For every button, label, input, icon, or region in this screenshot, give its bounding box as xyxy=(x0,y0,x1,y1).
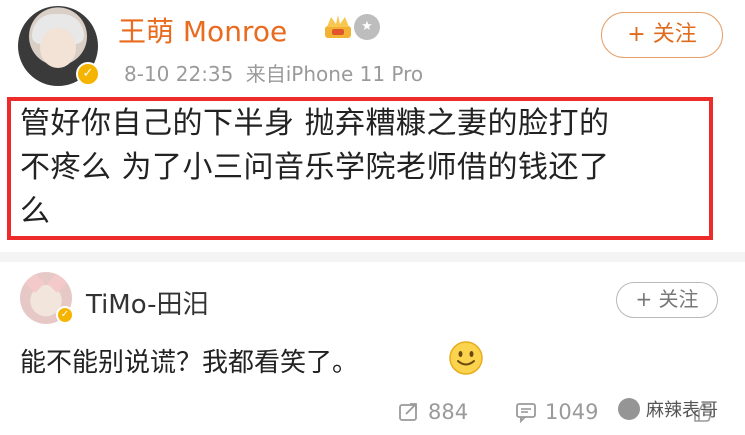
comment-count: 1049 xyxy=(545,400,599,424)
post-time: 8-10 22:35 xyxy=(124,62,234,86)
section-divider xyxy=(0,252,745,262)
post-source: 来自iPhone 11 Pro xyxy=(245,62,424,86)
reply-text: 能不能别说谎？我都看笑了。 xyxy=(20,348,359,378)
post-content-line: 不疼么 为了小三问音乐学院老师借的钱还了 xyxy=(20,150,610,185)
comment-icon xyxy=(516,403,536,423)
post-content: 管好你自己的下半身 抛弃糟糠之妻的脸打的 不疼么 为了小三问音乐学院老师借的钱还… xyxy=(20,102,710,234)
verified-badge-icon: ✓ xyxy=(76,62,100,86)
post-content-line: 么 xyxy=(20,194,51,229)
author-name[interactable]: 王萌 Monroe xyxy=(118,10,287,50)
post-header: ✓ 王萌 Monroe ★ 8-10 22:35 来自iPhone 11 Pro… xyxy=(0,0,745,90)
repost-icon xyxy=(399,403,417,421)
repost-button[interactable]: 884 xyxy=(398,397,468,427)
follow-button[interactable]: + 关注 xyxy=(601,12,723,58)
watermark-text: 麻辣表哥 xyxy=(646,400,718,421)
avatar-ear xyxy=(25,273,45,293)
repost-count: 884 xyxy=(428,400,469,424)
medal-icon: ★ xyxy=(354,14,380,40)
comment-button[interactable]: 1049 xyxy=(515,397,598,427)
post-meta: 8-10 22:35 来自iPhone 11 Pro xyxy=(124,58,429,87)
avatar-face xyxy=(40,28,76,68)
smile-emoji-icon xyxy=(449,341,483,375)
reply-follow-button[interactable]: + 关注 xyxy=(616,282,718,318)
reply-author-name[interactable]: TiMo-田汨 xyxy=(86,284,209,321)
watermark: 麻辣表哥 xyxy=(618,396,718,422)
post-content-line: 管好你自己的下半身 抛弃糟糠之妻的脸打的 xyxy=(20,106,610,141)
wechat-logo-icon xyxy=(618,398,640,420)
verified-badge-icon: ✓ xyxy=(56,306,74,324)
crown-icon xyxy=(325,15,351,38)
avatar-ear xyxy=(47,273,67,293)
